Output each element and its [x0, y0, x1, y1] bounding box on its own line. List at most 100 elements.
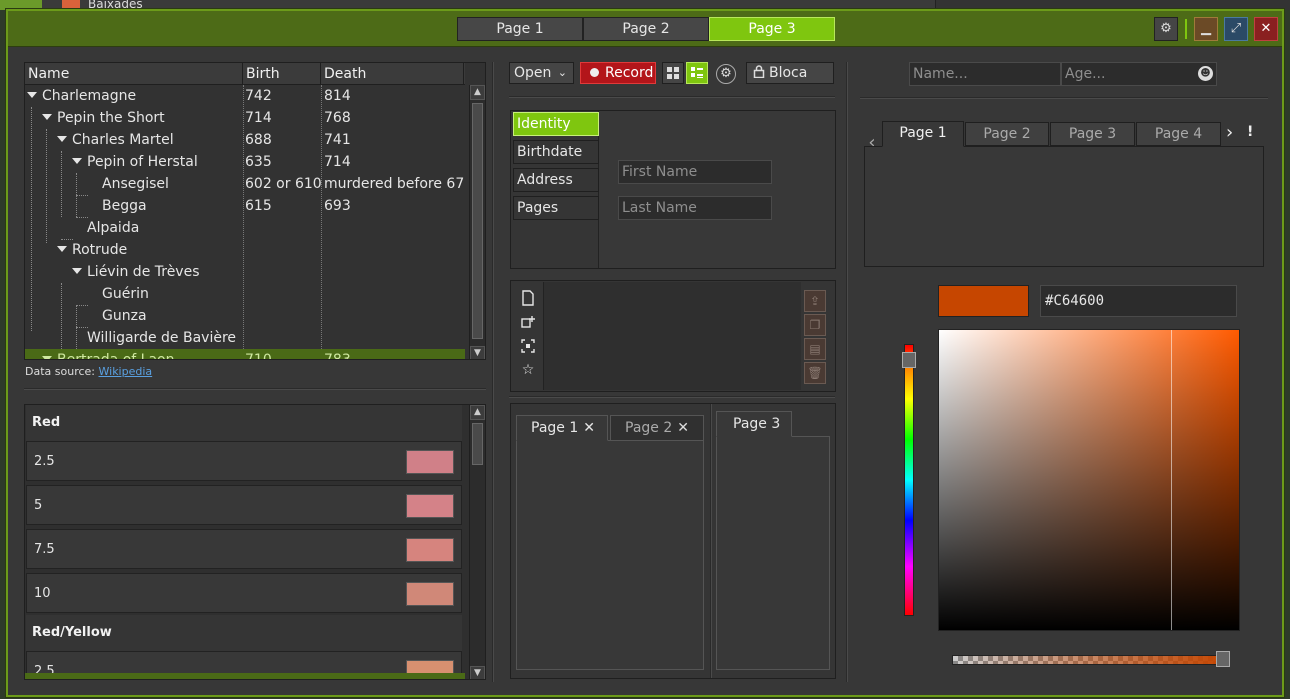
window-tabs: Page 1 Page 2 Page 3 — [457, 17, 835, 41]
list-view-icon[interactable] — [686, 62, 708, 84]
tree-row[interactable]: Gunza — [25, 305, 465, 327]
minimize-button[interactable]: ▁ — [1194, 17, 1218, 41]
tree-row[interactable]: Alpaida — [25, 217, 465, 239]
last-name-field[interactable]: Last Name — [618, 196, 772, 220]
tab-pages[interactable]: Pages — [513, 196, 599, 220]
expand-arrow-icon[interactable] — [57, 136, 67, 142]
close-tab-icon[interactable]: ✕ — [583, 420, 595, 436]
doc-tab-page-2[interactable]: Page 2 ✕ — [610, 415, 704, 441]
expand-arrow-icon[interactable] — [42, 356, 52, 359]
tree-row[interactable]: Pepin of Herstal 635 714 — [25, 151, 465, 173]
tab-address[interactable]: Address — [513, 168, 599, 192]
tree-row[interactable]: Charles Martel 688 741 — [25, 129, 465, 151]
divider — [509, 396, 835, 398]
maximize-button[interactable]: ⤢ — [1224, 17, 1248, 41]
scroll-up-icon[interactable]: ▲ — [470, 405, 485, 420]
column-header-name[interactable]: Name — [25, 63, 243, 85]
tree-row[interactable]: Begga 615 693 — [25, 195, 465, 217]
first-name-field[interactable]: First Name — [618, 160, 772, 184]
hue-slider-thumb[interactable] — [902, 352, 916, 368]
scroll-up-icon[interactable]: ▲ — [470, 85, 485, 100]
expand-arrow-icon[interactable] — [72, 158, 82, 164]
tab-birthdate[interactable]: Birthdate — [513, 140, 599, 164]
column-header-birth[interactable]: Birth — [243, 63, 321, 85]
tree-row[interactable]: Pepin the Short 714 768 — [25, 107, 465, 129]
open-dropdown[interactable]: Open ⌄ — [509, 62, 574, 84]
color-group-title: Red — [26, 405, 462, 441]
gear-icon[interactable]: ⚙ — [716, 64, 736, 84]
copy-icon: ❐ — [804, 314, 826, 336]
divider — [24, 388, 486, 390]
scroll-thumb[interactable] — [472, 423, 483, 465]
splitter[interactable] — [710, 404, 712, 678]
tree-row[interactable]: Ansegisel 602 or 610 murdered before 679 — [25, 173, 465, 195]
column-header-death[interactable]: Death — [321, 63, 464, 85]
right-tab-page-1[interactable]: Page 1 — [882, 121, 964, 147]
add-frame-icon[interactable] — [520, 314, 536, 330]
saturation-value-picker[interactable] — [938, 329, 1240, 631]
right-tab-page-2[interactable]: Page 2 — [965, 122, 1049, 146]
tab-identity[interactable]: Identity — [513, 112, 599, 136]
settings-gear-icon[interactable]: ⚙ — [1154, 17, 1178, 41]
list-item[interactable]: 10 — [26, 573, 462, 613]
smiley-icon[interactable]: ☻ — [1198, 66, 1213, 81]
color-list-scrollbar[interactable]: ▲ ▼ — [469, 405, 485, 679]
tree-row[interactable]: Willigarde de Bavière — [25, 327, 465, 349]
alpha-slider[interactable] — [952, 655, 1228, 665]
list-item[interactable]: 7.5 — [26, 529, 462, 569]
doc-tab-page-3[interactable]: Page 3 — [716, 411, 792, 437]
expand-arrow-icon[interactable] — [57, 246, 67, 252]
data-source-note: Data source: Wikipedia — [25, 365, 153, 378]
expand-arrow-icon[interactable] — [42, 114, 52, 120]
hue-slider[interactable] — [902, 344, 916, 616]
close-button[interactable]: ✕ — [1254, 17, 1278, 41]
name-input[interactable]: Name... — [909, 62, 1061, 86]
tabs-next-icon[interactable]: › — [1226, 122, 1233, 143]
title-bar[interactable]: Page 1 Page 2 Page 3 ⚙ ▁ ⤢ ✕ — [8, 11, 1282, 47]
focus-frame-icon[interactable] — [520, 338, 536, 354]
title-separator — [1185, 19, 1187, 39]
list-item[interactable]: 5 — [26, 485, 462, 525]
app-window: Page 1 Page 2 Page 3 ⚙ ▁ ⤢ ✕ Name Birth … — [6, 9, 1284, 697]
color-list[interactable]: Red 2.5 5 7.5 10 Red/Yellow 2.5 ▲ ▼ — [24, 404, 486, 680]
new-file-icon[interactable] — [520, 290, 536, 306]
tab-page-1[interactable]: Page 1 — [457, 17, 583, 41]
scroll-down-icon[interactable]: ▼ — [470, 346, 485, 359]
tree-row[interactable]: Bertrada of Laon 710 783 — [25, 349, 465, 359]
divider — [860, 97, 1268, 99]
star-icon[interactable]: ☆ — [520, 362, 536, 378]
close-tab-icon[interactable]: ✕ — [677, 420, 689, 436]
lock-button[interactable]: Bloca — [746, 62, 834, 84]
alpha-slider-thumb[interactable] — [1216, 651, 1230, 667]
tab-page-2[interactable]: Page 2 — [583, 17, 709, 41]
tree-row[interactable]: Charlemagne 742 814 — [25, 85, 465, 107]
scroll-thumb[interactable] — [472, 103, 483, 339]
tab-content — [598, 111, 835, 268]
folder-icon — [62, 0, 80, 9]
lock-icon — [753, 65, 765, 79]
color-preview-swatch — [938, 285, 1029, 317]
family-tree-table[interactable]: Name Birth Death Charlemagne 742 814 Pep… — [24, 62, 486, 360]
tree-row[interactable]: Rotrude — [25, 239, 465, 261]
wikipedia-link[interactable]: Wikipedia — [99, 365, 153, 378]
age-input[interactable]: Age... ☻ — [1061, 62, 1217, 86]
warning-icon: ! — [1247, 124, 1254, 140]
right-tab-page-4[interactable]: Page 4 — [1136, 122, 1221, 146]
right-tab-page-3[interactable]: Page 3 — [1050, 122, 1135, 146]
clipboard-icon: ▤ — [804, 338, 826, 360]
grid-view-icon[interactable] — [662, 62, 684, 84]
doc-tab-page-1[interactable]: Page 1 ✕ — [516, 415, 608, 441]
record-button[interactable]: Record — [580, 62, 656, 84]
icon-panel-content — [543, 282, 801, 390]
tree-row[interactable]: Liévin de Trèves — [25, 261, 465, 283]
tab-page-3[interactable]: Page 3 — [709, 17, 835, 41]
expand-arrow-icon[interactable] — [72, 268, 82, 274]
hex-color-input[interactable]: #C64600 — [1040, 285, 1237, 317]
list-item[interactable]: 2.5 — [26, 441, 462, 481]
scroll-down-icon[interactable]: ▼ — [470, 666, 485, 679]
tree-header: Name Birth Death — [25, 63, 465, 85]
expand-arrow-icon[interactable] — [27, 92, 37, 98]
tree-row[interactable]: Guérin — [25, 283, 465, 305]
tree-scrollbar[interactable]: ▲ ▼ — [469, 85, 485, 359]
column-divider — [846, 62, 848, 682]
